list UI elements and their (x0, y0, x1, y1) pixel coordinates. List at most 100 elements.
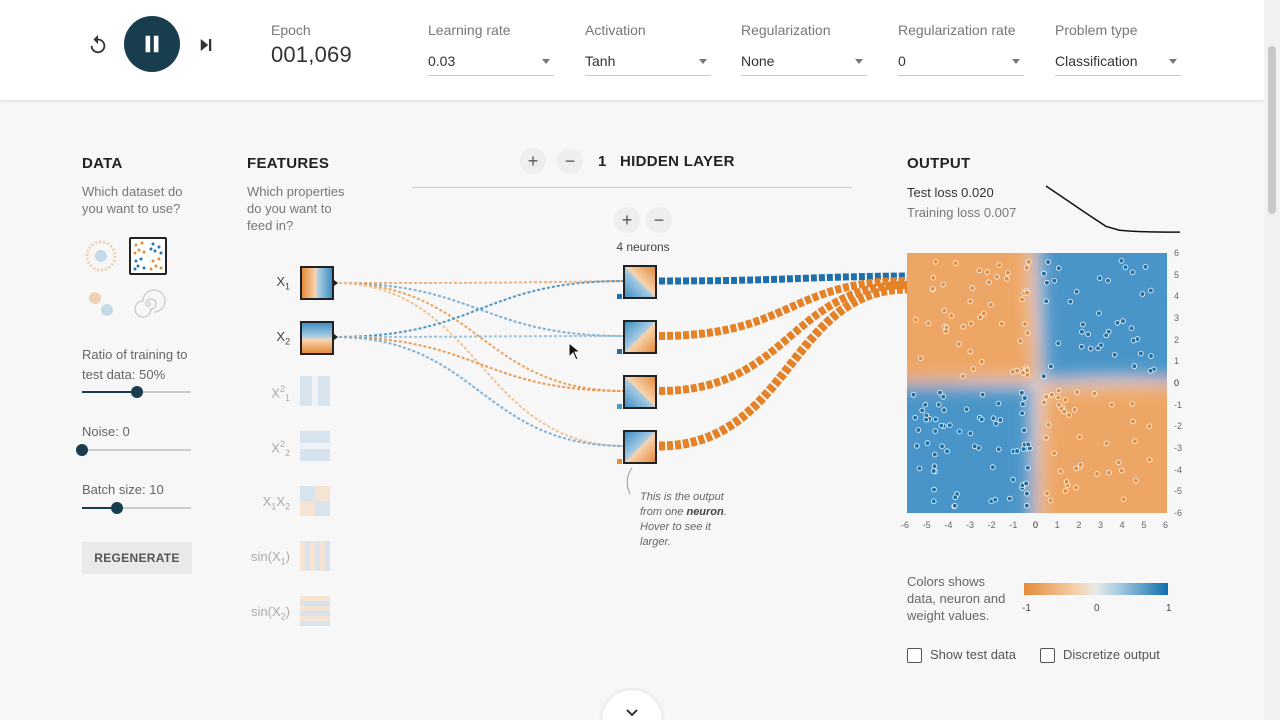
discretize-output-checkbox[interactable] (1040, 648, 1055, 663)
loss-chart (1045, 185, 1180, 233)
show-test-data-checkbox[interactable] (907, 648, 922, 663)
data-point (1020, 446, 1027, 452)
data-point (1040, 373, 1047, 380)
weight-link[interactable] (333, 280, 626, 338)
data-point (960, 373, 966, 379)
data-point (940, 281, 946, 288)
weight-link[interactable] (333, 282, 626, 337)
data-point (971, 443, 978, 450)
weight-link[interactable] (333, 335, 626, 338)
data-point (1096, 310, 1102, 316)
data-point (932, 416, 939, 423)
data-point (1091, 390, 1098, 397)
output-weight-link[interactable] (658, 277, 908, 340)
data-point (1043, 298, 1050, 305)
data-point (1146, 457, 1153, 463)
data-point (925, 320, 932, 327)
data-point (1148, 287, 1154, 294)
data-point (937, 389, 943, 396)
data-point (996, 262, 1002, 268)
data-point (993, 420, 999, 427)
data-point (979, 359, 985, 365)
data-point (1055, 394, 1062, 401)
data-point (924, 440, 931, 446)
data-point (968, 320, 974, 327)
data-point (1051, 277, 1058, 284)
bias-indicator[interactable] (617, 349, 622, 354)
data-point (1095, 345, 1101, 352)
legend-min-label: -1 (1022, 603, 1031, 614)
data-point (1074, 389, 1080, 395)
data-point (932, 428, 939, 434)
data-point (970, 366, 977, 372)
data-point (1076, 434, 1083, 440)
x-tick-label: 0 (1033, 520, 1039, 530)
data-point (1004, 275, 1010, 282)
data-point (1024, 367, 1030, 373)
mouse-cursor-icon (568, 342, 582, 361)
x-tick-label: -3 (966, 520, 975, 530)
weight-link[interactable] (333, 282, 626, 447)
hidden-neuron-3[interactable] (623, 375, 657, 409)
data-point (1071, 407, 1078, 413)
y-tick-label: 1 (1174, 356, 1180, 367)
data-point (929, 286, 936, 292)
data-point (960, 323, 967, 330)
data-point (999, 320, 1005, 327)
data-point (943, 328, 949, 335)
data-point (1044, 490, 1050, 497)
data-point (976, 267, 983, 274)
data-point (1005, 269, 1011, 276)
data-point (932, 259, 939, 265)
data-point (977, 314, 984, 320)
bias-indicator[interactable] (617, 404, 622, 409)
data-point (912, 316, 919, 323)
x-tick-label: 6 (1163, 520, 1169, 530)
data-point (1023, 480, 1029, 487)
data-point (1130, 337, 1137, 344)
bias-indicator[interactable] (617, 459, 622, 464)
data-point (1066, 412, 1073, 418)
data-point (1120, 496, 1127, 503)
data-point (1022, 395, 1028, 401)
decision-boundary-plot (907, 253, 1167, 513)
data-point (951, 503, 958, 509)
data-point (1041, 399, 1047, 406)
data-point (952, 494, 958, 501)
data-point (1079, 329, 1085, 335)
output-weight-link[interactable] (658, 284, 908, 451)
hidden-neuron-2[interactable] (623, 320, 657, 354)
chevron-down-icon (626, 709, 638, 717)
hidden-neuron-1[interactable] (623, 265, 657, 299)
output-heatmap[interactable] (907, 253, 1167, 513)
y-tick-label: -1 (1174, 399, 1183, 410)
tooltip-pointer-icon (626, 467, 633, 495)
data-point (1108, 401, 1115, 408)
legend-mid-label: 0 (1094, 603, 1100, 614)
data-point (1130, 418, 1136, 425)
data-point (997, 417, 1004, 423)
data-point (956, 341, 962, 347)
data-point (1096, 275, 1103, 281)
data-point (979, 391, 986, 398)
neuron-heatmap (625, 432, 655, 462)
data-point (1057, 468, 1064, 474)
data-point (1048, 363, 1054, 370)
data-point (956, 428, 963, 435)
data-point (1139, 291, 1146, 297)
data-point (1063, 479, 1070, 485)
data-point (915, 427, 922, 433)
x-tick-label: 2 (1076, 520, 1082, 530)
data-point (984, 269, 991, 275)
x-tick-label: -1 (1009, 520, 1018, 530)
data-point (1007, 495, 1013, 502)
data-point (1045, 422, 1052, 428)
data-point (1055, 340, 1062, 347)
bias-indicator[interactable] (617, 294, 622, 299)
data-point (1062, 488, 1069, 494)
y-tick-label: 3 (1174, 313, 1180, 323)
data-point (1025, 441, 1032, 448)
hidden-neuron-4[interactable] (623, 430, 657, 464)
data-point (990, 464, 996, 471)
connector-arrow-icon (334, 280, 338, 286)
